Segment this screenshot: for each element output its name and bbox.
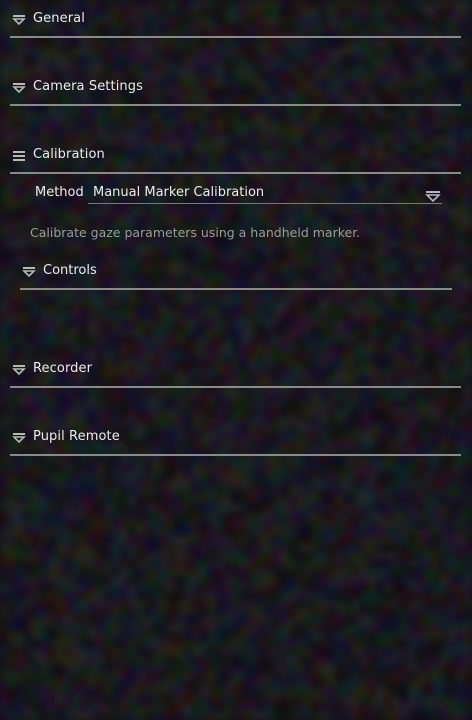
method-selected-value: Manual Marker Calibration bbox=[93, 185, 265, 200]
section-recorder[interactable]: Recorder bbox=[10, 358, 461, 388]
collapse-toggle-icon[interactable] bbox=[12, 14, 26, 26]
subsection-divider bbox=[20, 288, 452, 290]
collapse-toggle-icon[interactable] bbox=[12, 82, 26, 94]
section-title: Pupil Remote bbox=[33, 429, 120, 444]
collapse-toggle-icon[interactable] bbox=[12, 432, 26, 444]
subsection-controls[interactable]: Controls bbox=[20, 260, 452, 290]
section-general[interactable]: General bbox=[10, 8, 461, 38]
method-select[interactable]: Manual Marker Calibration bbox=[88, 181, 442, 204]
collapse-toggle-icon[interactable] bbox=[12, 364, 26, 376]
section-title: Recorder bbox=[33, 361, 93, 376]
section-title: Calibration bbox=[33, 147, 105, 162]
section-divider bbox=[10, 104, 461, 106]
section-title: Camera Settings bbox=[33, 79, 143, 94]
section-title: General bbox=[33, 11, 85, 26]
method-label: Method bbox=[35, 185, 84, 200]
section-divider bbox=[10, 36, 461, 38]
section-camera-settings[interactable]: Camera Settings bbox=[10, 76, 461, 106]
section-divider bbox=[10, 172, 461, 174]
section-calibration[interactable]: Calibration bbox=[10, 144, 461, 174]
section-pupil-remote[interactable]: Pupil Remote bbox=[10, 426, 461, 456]
dropdown-icon[interactable] bbox=[425, 187, 441, 203]
subsection-title: Controls bbox=[43, 263, 97, 278]
settings-sidebar: General Camera Settings Calibration Meth… bbox=[0, 0, 472, 720]
calibration-description: Calibrate gaze parameters using a handhe… bbox=[30, 225, 361, 240]
menu-lines-icon[interactable] bbox=[12, 150, 26, 162]
collapse-toggle-icon[interactable] bbox=[22, 266, 36, 278]
method-row: Method Manual Marker Calibration bbox=[35, 181, 445, 207]
section-divider bbox=[10, 454, 461, 456]
section-divider bbox=[10, 386, 461, 388]
